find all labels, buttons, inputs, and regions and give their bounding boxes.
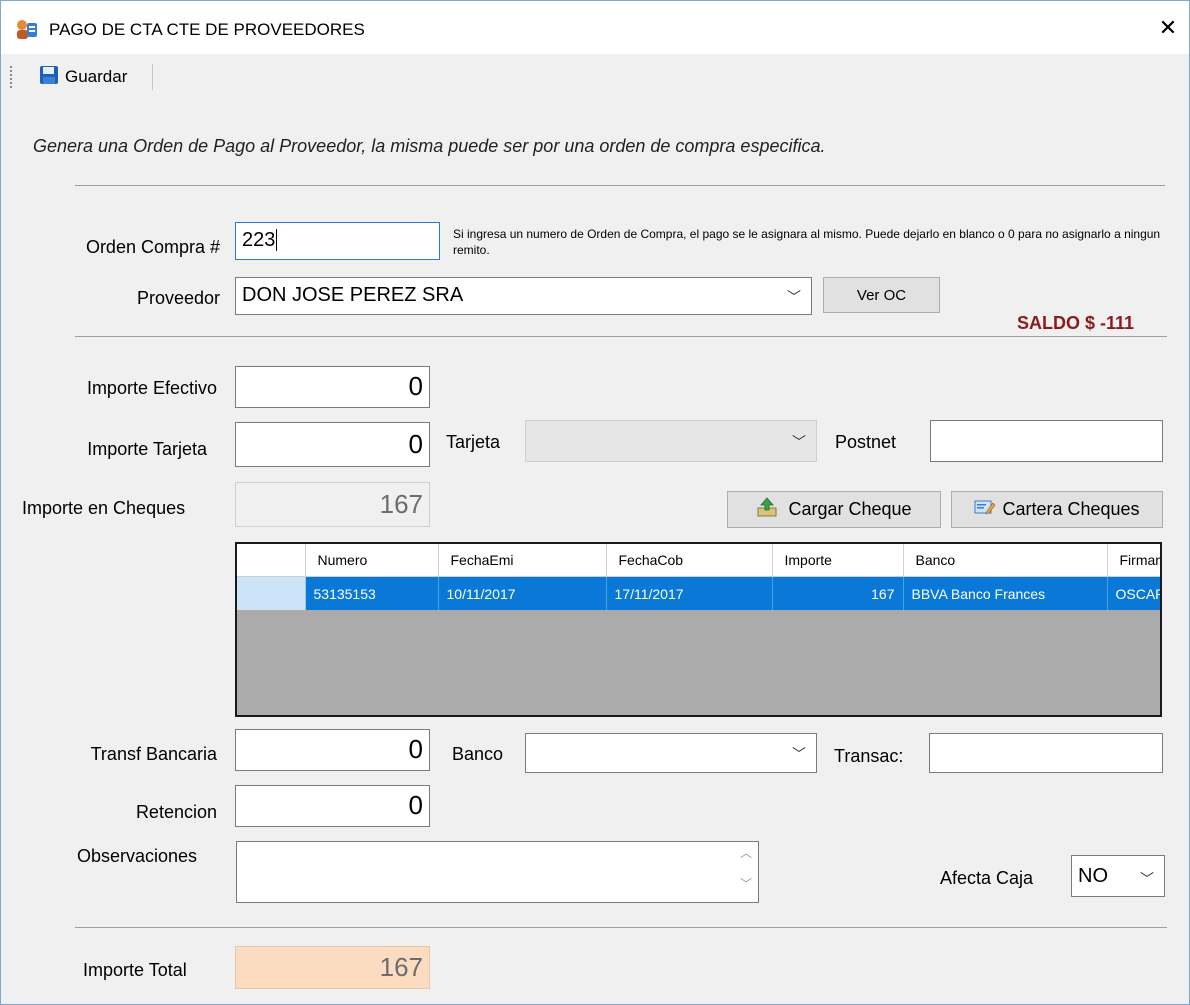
app-icon — [14, 18, 38, 40]
ver-oc-label: Ver OC — [856, 286, 907, 304]
column-header-banco[interactable]: Banco — [903, 544, 1108, 577]
observaciones-value — [237, 848, 243, 870]
cheques-table: Numero FechaEmi FechaCob Importe Banco F… — [237, 544, 1160, 610]
orden-compra-value: 223 — [242, 229, 276, 251]
cargar-cheque-button[interactable]: Cargar Cheque — [727, 491, 941, 528]
importe-total-label: Importe Total — [83, 960, 187, 980]
proveedor-value: DON JOSE PEREZ SRA — [242, 284, 464, 306]
afecta-caja-label: Afecta Caja — [940, 868, 1034, 888]
divider — [75, 336, 1167, 337]
cell-importe[interactable]: 167 — [772, 576, 904, 610]
transf-bancaria-label: Transf Bancaria — [90, 744, 217, 764]
chevron-down-icon: ﹀ — [787, 289, 801, 305]
importe-cheques-input[interactable]: 167 — [235, 482, 430, 527]
banco-label: Banco — [452, 744, 504, 764]
retencion-label: Retencion — [135, 802, 217, 822]
importe-total-value: 167 — [379, 952, 423, 982]
importe-tarjeta-input[interactable]: 0 — [235, 422, 430, 467]
cell-numero[interactable]: 53135153 — [305, 576, 439, 610]
window-title: PAGO DE CTA CTE DE PROVEEDORES — [49, 20, 365, 39]
postnet-label: Postnet — [835, 432, 897, 452]
cell-banco[interactable]: BBVA Banco Frances — [903, 576, 1108, 610]
ver-oc-button[interactable]: Ver OC — [823, 277, 940, 313]
scroll-up-icon[interactable]: ︿ — [736, 844, 756, 861]
chevron-down-icon: ﹀ — [792, 746, 806, 762]
divider — [75, 927, 1167, 928]
proveedor-label: Proveedor — [136, 288, 220, 308]
vertical-scrollbar[interactable]: ︿ ﹀ — [736, 844, 756, 898]
cargar-cheque-label: Cargar Cheque — [788, 499, 912, 519]
tarjeta-select[interactable]: ﹀ — [525, 420, 817, 462]
table-header-row: Numero FechaEmi FechaCob Importe Banco F… — [237, 544, 1160, 577]
table-row[interactable]: 53135153 10/11/2017 17/11/2017 167 BBVA … — [237, 576, 1160, 610]
afecta-caja-select[interactable]: NO ﹀ — [1071, 855, 1165, 897]
transac-input[interactable] — [929, 733, 1163, 773]
banco-select[interactable]: ﹀ — [525, 733, 817, 773]
proveedor-select[interactable]: DON JOSE PEREZ SRA ﹀ — [235, 277, 812, 315]
divider — [75, 185, 1165, 186]
importe-tarjeta-value: 0 — [408, 429, 423, 459]
toolbar — [0, 55, 1190, 99]
postnet-input[interactable] — [930, 420, 1163, 462]
cheques-grid[interactable]: Numero FechaEmi FechaCob Importe Banco F… — [235, 542, 1162, 717]
chevron-down-icon: ﹀ — [1140, 871, 1154, 887]
cartera-cheques-button[interactable]: Cartera Cheques — [951, 491, 1163, 528]
toolbar-grip[interactable] — [10, 66, 15, 88]
saldo-label: SALDO $ -111 — [1017, 313, 1135, 333]
save-button-label: Guardar — [65, 67, 128, 86]
tarjeta-label: Tarjeta — [446, 432, 501, 452]
column-header-fechacob[interactable]: FechaCob — [606, 544, 773, 577]
cell-fechaemi[interactable]: 10/11/2017 — [438, 576, 607, 610]
upload-icon — [756, 497, 778, 522]
cartera-cheques-label: Cartera Cheques — [1002, 499, 1140, 519]
retencion-input[interactable]: 0 — [235, 785, 430, 827]
floppy-disk-icon — [39, 65, 59, 90]
transf-bancaria-value: 0 — [408, 734, 423, 764]
importe-efectivo-label: Importe Efectivo — [86, 378, 217, 398]
row-header-corner — [237, 544, 306, 577]
importe-total-input: 167 — [235, 946, 430, 989]
retencion-value: 0 — [408, 790, 423, 820]
orden-compra-label: Orden Compra # — [85, 237, 220, 257]
importe-cheques-value: 167 — [379, 489, 423, 519]
orden-compra-input[interactable]: 223 — [235, 222, 440, 260]
close-icon[interactable]: ✕ — [1154, 14, 1182, 42]
cell-fechacob[interactable]: 17/11/2017 — [606, 576, 773, 610]
afecta-caja-value: NO — [1078, 865, 1108, 887]
form-description: Genera una Orden de Pago al Proveedor, l… — [33, 136, 826, 156]
observaciones-label: Observaciones — [77, 846, 198, 866]
toolbar-separator — [152, 64, 153, 90]
row-header[interactable] — [237, 576, 306, 610]
cell-firmante[interactable]: OSCAR — [1107, 576, 1160, 610]
observaciones-textarea[interactable]: ︿ ﹀ — [236, 841, 759, 903]
importe-cheques-label: Importe en Cheques — [22, 498, 186, 518]
importe-efectivo-value: 0 — [408, 371, 423, 401]
transf-bancaria-input[interactable]: 0 — [235, 729, 430, 771]
orden-compra-hint: Si ingresa un numero de Orden de Compra,… — [453, 227, 1161, 257]
importe-efectivo-input[interactable]: 0 — [235, 366, 430, 408]
column-header-numero[interactable]: Numero — [305, 544, 439, 577]
importe-tarjeta-label: Importe Tarjeta — [87, 439, 207, 459]
chevron-down-icon: ﹀ — [792, 434, 806, 450]
scroll-down-icon[interactable]: ﹀ — [736, 875, 756, 892]
transac-label: Transac: — [834, 746, 904, 766]
edit-document-icon — [974, 498, 996, 521]
column-header-importe[interactable]: Importe — [772, 544, 904, 577]
save-button[interactable]: Guardar — [39, 64, 127, 90]
column-header-fechaemi[interactable]: FechaEmi — [438, 544, 607, 577]
column-header-firmante[interactable]: Firmant — [1107, 544, 1160, 577]
